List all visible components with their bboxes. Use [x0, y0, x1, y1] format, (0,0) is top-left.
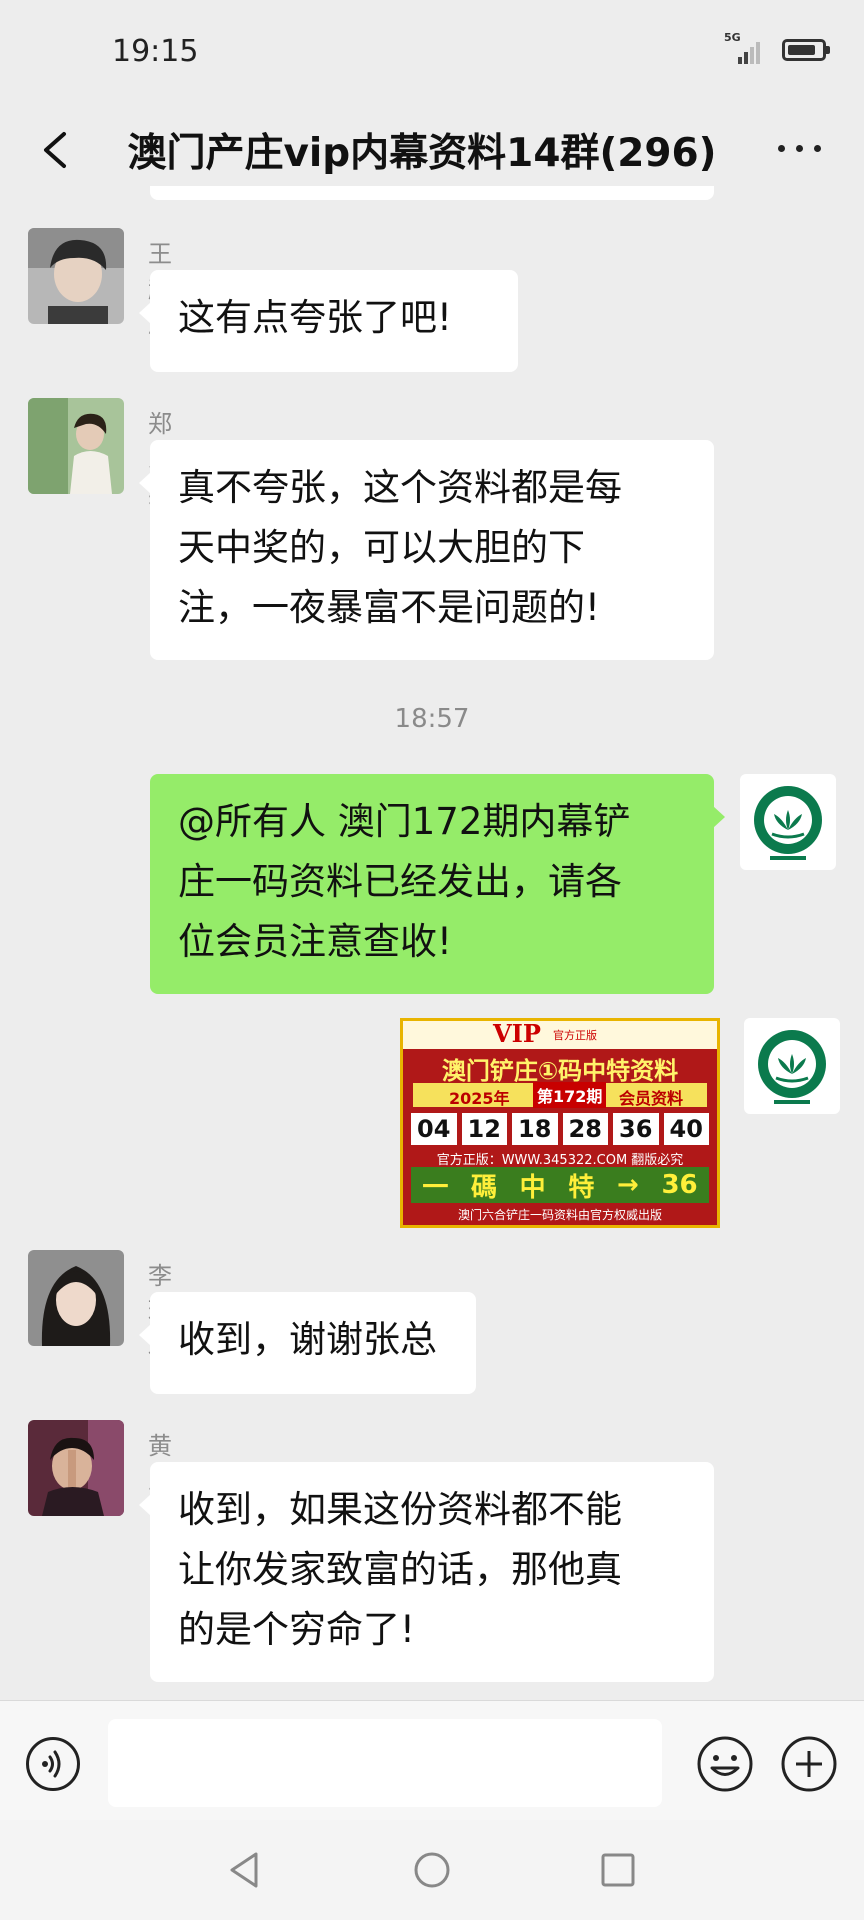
battery-icon — [782, 39, 830, 61]
message-text: 庄一码资料已经发出，请各 — [178, 860, 622, 903]
nav-back-icon[interactable] — [226, 1850, 266, 1890]
image-number-row: 04 12 18 28 36 40 — [411, 1113, 709, 1145]
image-bottom-char: 中 — [519, 1172, 546, 1203]
message-text: 的是个穷命了! — [178, 1608, 415, 1651]
message-bubble[interactable]: 收到，谢谢张总 — [139, 1292, 476, 1394]
image-vip-text: VIP — [493, 1019, 541, 1048]
image-main-title: 澳门铲庄①码中特资料 — [441, 1057, 679, 1085]
message-text: @所有人 澳门172期内幕铲 — [178, 800, 631, 843]
nav-recent-icon[interactable] — [598, 1850, 638, 1890]
chat-messages[interactable]: 王起凤 这有点夸张了吧! 郑恩英 真不夸张，这个资料都是每 天中奖的，可以大胆的… — [0, 186, 864, 1700]
message-text: 让你发家致富的话，那他真 — [178, 1548, 622, 1591]
macau-emblem-icon — [758, 1030, 826, 1104]
voice-icon[interactable] — [26, 1737, 80, 1791]
input-bar — [0, 1700, 864, 1821]
message-text: 位会员注意查收! — [178, 920, 452, 963]
status-bar: 19:15 5G — [0, 0, 864, 100]
message-text: 真不夸张，这个资料都是每 — [178, 466, 622, 509]
timestamp-divider: 18:57 — [394, 704, 470, 734]
avatar[interactable] — [28, 398, 124, 494]
message-text: 收到，如果这份资料都不能 — [178, 1488, 622, 1531]
status-time: 19:15 — [112, 34, 199, 69]
previous-message-bubble — [150, 186, 714, 200]
message-text: 这有点夸张了吧! — [178, 296, 452, 339]
macau-emblem-icon — [754, 786, 822, 860]
emoji-icon[interactable] — [696, 1735, 754, 1793]
image-bottom-row: 一 碼 中 特 → 36 — [411, 1167, 709, 1203]
chat-title: 澳门产庄vip内幕资料14群(296) — [127, 131, 717, 176]
image-official-text: 官方正版 — [553, 1029, 597, 1042]
image-number: 40 — [663, 1113, 709, 1145]
avatar[interactable] — [28, 1250, 124, 1346]
image-number: 12 — [461, 1113, 507, 1145]
image-site-text: 官方正版：WWW.345322.COM 翻版必究 — [436, 1153, 684, 1168]
message-input[interactable] — [108, 1719, 662, 1807]
image-number: 18 — [512, 1113, 558, 1145]
image-bottom-char: 特 — [568, 1172, 595, 1203]
more-dots-icon[interactable] — [770, 124, 830, 174]
avatar[interactable] — [744, 1018, 840, 1114]
image-member: 会员资料 — [619, 1089, 684, 1108]
nav-home-icon[interactable] — [412, 1850, 452, 1890]
message-text: 注，一夜暴富不是问题的! — [178, 586, 600, 629]
signal-icon: 5G — [724, 32, 766, 64]
chevron-left-icon[interactable] — [26, 120, 86, 180]
image-footer-text: 澳门六合铲庄一码资料由官方权威出版 — [457, 1208, 662, 1222]
system-nav-bar — [0, 1820, 864, 1920]
avatar[interactable] — [740, 774, 836, 870]
message-bubble[interactable]: 这有点夸张了吧! — [139, 270, 518, 372]
image-number: 28 — [562, 1113, 608, 1145]
message-bubble[interactable]: @所有人 澳门172期内幕铲 庄一码资料已经发出，请各 位会员注意查收! — [150, 774, 725, 994]
image-number: 36 — [613, 1113, 659, 1145]
plus-icon[interactable] — [780, 1735, 838, 1793]
status-icons: 5G — [724, 32, 830, 64]
image-bottom-char: 一 — [422, 1172, 449, 1203]
message-text: 收到，谢谢张总 — [178, 1318, 437, 1361]
image-bottom-char: 36 — [661, 1170, 698, 1200]
avatar[interactable] — [28, 228, 124, 324]
image-number: 04 — [411, 1113, 457, 1145]
image-message[interactable]: VIP 官方正版 澳门铲庄①码中特资料 2025年 第172期 会员资料 04 … — [400, 1018, 720, 1228]
image-bottom-char: 碼 — [471, 1172, 498, 1203]
image-bottom-char: → — [617, 1170, 639, 1200]
image-year: 2025年 — [449, 1089, 510, 1108]
image-period: 第172期 — [533, 1082, 607, 1108]
message-bubble[interactable]: 收到，如果这份资料都不能 让你发家致富的话，那他真 的是个穷命了! — [139, 1462, 714, 1682]
message-text: 天中奖的，可以大胆的下 — [178, 526, 585, 569]
chat-header: 澳门产庄vip内幕资料14群(296) — [0, 100, 864, 200]
message-bubble[interactable]: 真不夸张，这个资料都是每 天中奖的，可以大胆的下 注，一夜暴富不是问题的! — [139, 440, 714, 660]
avatar[interactable] — [28, 1420, 124, 1516]
